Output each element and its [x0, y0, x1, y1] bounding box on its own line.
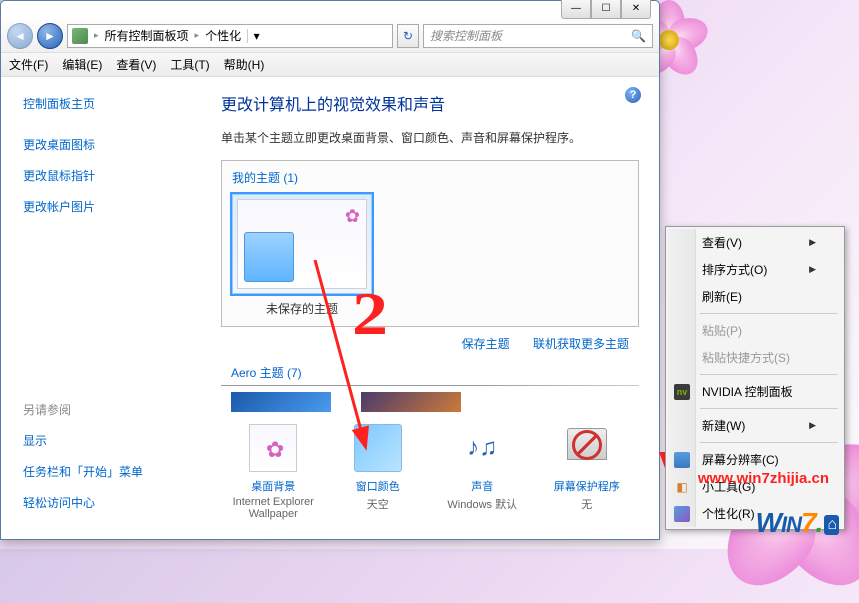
my-themes-group: 我的主题 (1) ✿ 未保存的主题 [221, 160, 639, 327]
my-themes-header[interactable]: 我的主题 (1) [232, 169, 628, 186]
menu-help[interactable]: 帮助(H) [224, 56, 265, 73]
maximize-button[interactable]: ☐ [591, 0, 621, 19]
sounds-button[interactable]: ♪♫ 声音 Windows 默认 [432, 424, 532, 522]
theme-thumbnail[interactable]: ✿ [232, 194, 372, 294]
setting-label: 桌面背景 [223, 478, 323, 494]
address-bar[interactable]: ▸ 所有控制面板项 ▸ 个性化 ▾ [67, 24, 393, 48]
setting-value: Internet Explorer Wallpaper [223, 496, 323, 522]
see-also-display-link[interactable]: 显示 [23, 432, 203, 449]
setting-label: 声音 [432, 478, 532, 494]
ctx-refresh[interactable]: 刷新(E) [668, 283, 842, 310]
ctx-new[interactable]: 新建(W)▶ [668, 412, 842, 439]
help-icon[interactable]: ? [625, 87, 641, 103]
ctx-view[interactable]: 查看(V)▶ [668, 229, 842, 256]
nav-back-button[interactable]: ◄ [7, 23, 33, 49]
breadcrumb-root[interactable]: 所有控制面板项 [105, 27, 189, 44]
ctx-screen-resolution[interactable]: 屏幕分辨率(C) [668, 446, 842, 473]
setting-value: Windows 默认 [432, 496, 532, 522]
context-menu-separator [700, 442, 838, 443]
breadcrumb-sep-icon: ▸ [195, 30, 200, 41]
aero-theme-thumbnail[interactable] [361, 392, 461, 412]
nav-forward-button[interactable]: ► [37, 23, 63, 49]
nvidia-icon: nv [674, 384, 690, 400]
ctx-sort[interactable]: 排序方式(O)▶ [668, 256, 842, 283]
control-panel-window: — ☐ ✕ ◄ ► ▸ 所有控制面板项 ▸ 个性化 ▾ ↻ 搜索控制面板 🔍 文… [0, 0, 660, 540]
desktop-background-button[interactable]: ✿ 桌面背景 Internet Explorer Wallpaper [223, 424, 323, 522]
watermark-url: www.win7zhijia.cn [698, 470, 829, 487]
sidebar-home-link[interactable]: 控制面板主页 [23, 95, 201, 112]
window-controls: — ☐ ✕ [561, 0, 651, 19]
breadcrumb-current[interactable]: 个性化 [205, 27, 241, 44]
desktop-background-icon: ✿ [249, 424, 297, 472]
close-button[interactable]: ✕ [621, 0, 651, 19]
search-input[interactable]: 搜索控制面板 🔍 [423, 24, 653, 48]
menu-tools[interactable]: 工具(T) [170, 56, 209, 73]
window-preview-icon [244, 232, 294, 282]
screensaver-icon [563, 424, 611, 472]
main-content: ? 更改计算机上的视觉效果和声音 单击某个主题立即更改桌面背景、窗口颜色、声音和… [211, 77, 659, 539]
submenu-arrow-icon: ▶ [809, 237, 816, 248]
flower-icon: ✿ [345, 206, 360, 227]
search-icon[interactable]: 🔍 [631, 29, 646, 43]
save-theme-link[interactable]: 保存主题 [462, 337, 510, 351]
search-placeholder: 搜索控制面板 [430, 27, 502, 44]
theme-item-unsaved[interactable]: ✿ 未保存的主题 [232, 194, 372, 317]
ctx-paste: 粘贴(P) [668, 317, 842, 344]
personalize-icon [674, 506, 690, 522]
aero-themes-header[interactable]: Aero 主题 (7) [221, 352, 639, 386]
submenu-arrow-icon: ▶ [809, 264, 816, 275]
gadget-icon: ◧ [674, 479, 690, 495]
setting-value: 天空 [328, 496, 428, 522]
theme-settings-row: ✿ 桌面背景 Internet Explorer Wallpaper 窗口颜色 … [221, 412, 639, 522]
sidebar-account-picture-link[interactable]: 更改帐户图片 [23, 198, 201, 215]
ctx-paste-shortcut: 粘贴快捷方式(S) [668, 344, 842, 371]
menu-bar: 文件(F) 编辑(E) 查看(V) 工具(T) 帮助(H) [1, 53, 659, 77]
control-panel-icon [72, 28, 88, 44]
see-also-section: 另请参阅 显示 任务栏和「开始」菜单 轻松访问中心 [23, 401, 203, 525]
aero-theme-thumbnail[interactable] [231, 392, 331, 412]
win7-logo: WIN7.⌂ [756, 507, 839, 539]
context-menu-separator [700, 408, 838, 409]
sidebar-desktop-icons-link[interactable]: 更改桌面图标 [23, 136, 201, 153]
see-also-taskbar-link[interactable]: 任务栏和「开始」菜单 [23, 463, 203, 480]
ctx-nvidia[interactable]: nvNVIDIA 控制面板 [668, 378, 842, 405]
context-menu-separator [700, 374, 838, 375]
breadcrumb-sep-icon: ▸ [94, 30, 99, 41]
sound-icon: ♪♫ [458, 424, 506, 472]
page-title: 更改计算机上的视觉效果和声音 [221, 91, 639, 115]
see-also-header: 另请参阅 [23, 401, 203, 418]
window-color-button[interactable]: 窗口颜色 天空 [328, 424, 428, 522]
setting-value: 无 [537, 496, 637, 522]
sidebar-mouse-pointers-link[interactable]: 更改鼠标指针 [23, 167, 201, 184]
window-color-icon [354, 424, 402, 472]
screensaver-button[interactable]: 屏幕保护程序 无 [537, 424, 637, 522]
get-more-themes-link[interactable]: 联机获取更多主题 [533, 337, 629, 351]
address-dropdown-button[interactable]: ▾ [247, 29, 265, 43]
menu-file[interactable]: 文件(F) [9, 56, 48, 73]
page-subtitle: 单击某个主题立即更改桌面背景、窗口颜色、声音和屏幕保护程序。 [221, 129, 639, 146]
setting-label: 屏幕保护程序 [537, 478, 637, 494]
menu-view[interactable]: 查看(V) [116, 56, 156, 73]
refresh-button[interactable]: ↻ [397, 24, 419, 48]
navigation-bar: ◄ ► ▸ 所有控制面板项 ▸ 个性化 ▾ ↻ 搜索控制面板 🔍 [1, 19, 659, 53]
monitor-icon [674, 452, 690, 468]
setting-label: 窗口颜色 [328, 478, 428, 494]
submenu-arrow-icon: ▶ [809, 420, 816, 431]
context-menu-separator [700, 313, 838, 314]
menu-edit[interactable]: 编辑(E) [62, 56, 102, 73]
theme-links-row: 保存主题 联机获取更多主题 [221, 327, 639, 352]
aero-themes-row [221, 392, 639, 412]
theme-label: 未保存的主题 [232, 300, 372, 317]
minimize-button[interactable]: — [561, 0, 591, 19]
see-also-ease-of-access-link[interactable]: 轻松访问中心 [23, 494, 203, 511]
